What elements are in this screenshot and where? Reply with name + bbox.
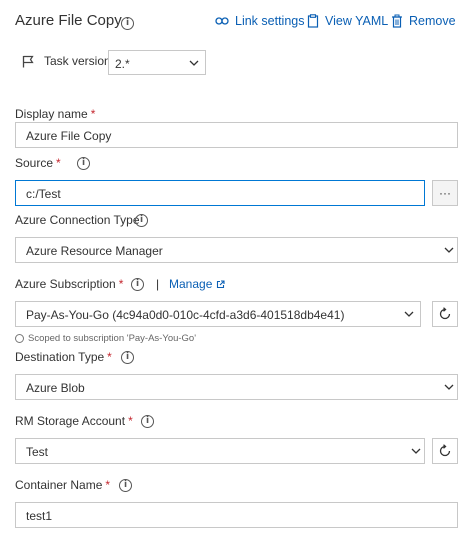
info-icon[interactable]: i bbox=[131, 278, 144, 291]
rm-storage-account-label: RM Storage Account * bbox=[15, 414, 133, 428]
view-yaml-button[interactable]: View YAML bbox=[307, 14, 388, 28]
info-icon[interactable]: i bbox=[121, 351, 134, 364]
task-version-select[interactable]: 2.* bbox=[108, 50, 206, 75]
azure-subscription-label: Azure Subscription * bbox=[15, 277, 124, 291]
refresh-icon bbox=[439, 307, 451, 320]
external-link-icon bbox=[217, 279, 225, 288]
info-icon[interactable]: i bbox=[119, 479, 132, 492]
container-name-input[interactable]: test1 bbox=[15, 502, 458, 528]
refresh-storage-button[interactable] bbox=[432, 438, 458, 464]
link-icon bbox=[215, 17, 229, 25]
link-settings-button[interactable]: Link settings bbox=[215, 14, 304, 28]
chevron-down-icon bbox=[444, 247, 454, 253]
info-icon[interactable]: i bbox=[121, 17, 134, 30]
chevron-down-icon bbox=[411, 448, 421, 454]
chevron-down-icon bbox=[444, 384, 454, 390]
ellipsis-icon: ··· bbox=[439, 186, 451, 200]
task-version-label: Task version bbox=[44, 54, 111, 68]
azure-connection-type-select[interactable]: Azure Resource Manager bbox=[15, 237, 458, 263]
azure-subscription-select[interactable]: Pay-As-You-Go (4c94a0d0-010c-4cfd-a3d6-4… bbox=[15, 301, 421, 327]
chevron-down-icon bbox=[404, 311, 414, 317]
refresh-icon bbox=[439, 444, 451, 457]
info-icon[interactable]: i bbox=[135, 214, 148, 227]
info-icon[interactable]: i bbox=[77, 157, 90, 170]
destination-type-label: Destination Type * bbox=[15, 350, 112, 364]
rm-storage-account-select[interactable]: Test bbox=[15, 438, 425, 464]
flag-icon bbox=[22, 55, 34, 68]
info-icon bbox=[15, 334, 24, 343]
azure-connection-type-label: Azure Connection Type bbox=[15, 213, 140, 227]
separator: | bbox=[156, 277, 160, 291]
manage-subscription-link[interactable]: Manage bbox=[169, 277, 225, 291]
source-label: Source * bbox=[15, 156, 61, 170]
trash-icon bbox=[392, 14, 402, 28]
info-icon[interactable]: i bbox=[141, 415, 154, 428]
source-input[interactable]: c:/Test bbox=[15, 180, 425, 206]
chevron-down-icon bbox=[189, 60, 199, 66]
display-name-label: Display name * bbox=[15, 107, 96, 121]
yaml-icon bbox=[307, 14, 319, 28]
destination-type-select[interactable]: Azure Blob bbox=[15, 374, 458, 400]
refresh-subscription-button[interactable] bbox=[432, 301, 458, 327]
remove-button[interactable]: Remove bbox=[391, 14, 456, 28]
scope-note: Scoped to subscription 'Pay-As-You-Go' bbox=[15, 333, 196, 344]
task-title: Azure File Copy bbox=[15, 12, 122, 29]
container-name-label: Container Name * bbox=[15, 478, 111, 492]
display-name-input[interactable]: Azure File Copy bbox=[15, 122, 458, 148]
browse-source-button[interactable]: ··· bbox=[432, 180, 458, 206]
